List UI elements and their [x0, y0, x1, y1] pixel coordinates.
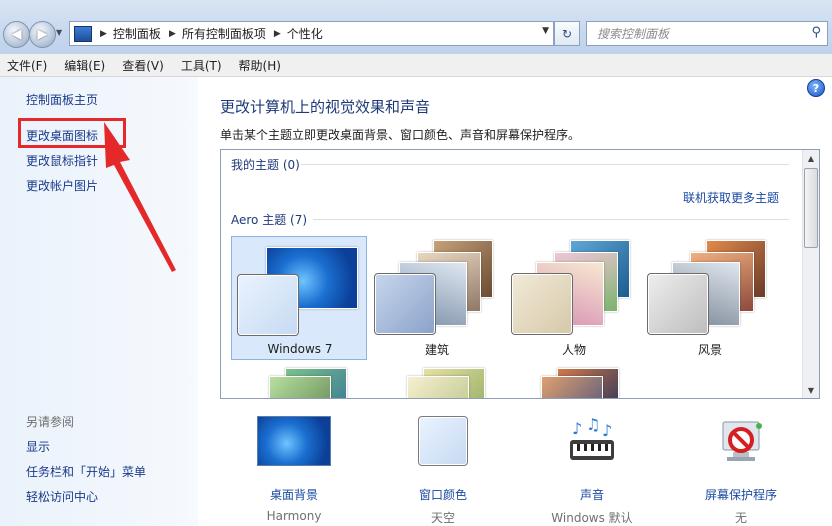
divider — [301, 164, 789, 165]
theme-wallpaper-image — [269, 376, 331, 398]
link-control-panel-home[interactable]: 控制面板主页 — [26, 91, 98, 108]
theme-row2-item[interactable] — [389, 364, 489, 398]
theme-name: 人物 — [561, 343, 586, 357]
back-button[interactable]: ◀ — [3, 21, 30, 48]
aero-themes-label: Aero 主题 (7) — [231, 213, 308, 227]
theme-wallpaper-image — [541, 376, 603, 398]
link-change-mouse-pointers[interactable]: 更改鼠标指针 — [26, 152, 98, 169]
theme-name: Windows 7 — [267, 342, 333, 356]
my-themes-label: 我的主题 (0) — [231, 158, 300, 172]
svg-text:♫: ♫ — [586, 416, 600, 434]
search-box[interactable]: ⚲ — [586, 21, 828, 46]
scroll-thumb[interactable] — [804, 168, 818, 248]
menu-view[interactable]: 查看(V) — [122, 57, 164, 74]
window-color-value: 天空 — [430, 511, 455, 525]
menu-edit[interactable]: 编辑(E) — [64, 57, 105, 74]
annotation-arrow — [104, 122, 176, 272]
page-description: 单击某个主题立即更改桌面背景、窗口颜色、声音和屏幕保护程序。 — [220, 128, 581, 142]
theme-list-scrollbar[interactable]: ▲ ▼ — [802, 150, 819, 398]
menu-tools[interactable]: 工具(T) — [181, 57, 222, 74]
breadcrumb-separator-icon: ▶ — [273, 28, 281, 39]
breadcrumb-personalization[interactable]: 个性化 — [287, 25, 323, 42]
screensaver-icon — [722, 421, 762, 461]
window-color-swatch — [374, 273, 436, 335]
desktop-background-value: Harmony — [266, 509, 322, 523]
get-more-themes-link[interactable]: 联机获取更多主题 — [683, 189, 779, 206]
control-panel-icon — [74, 25, 92, 42]
window-color-swatch — [511, 273, 573, 335]
scroll-up-icon[interactable]: ▲ — [803, 150, 819, 166]
breadcrumb-separator-icon: ▶ — [168, 28, 176, 39]
sound-button[interactable]: ♪ ♫ ♪ 声音 Windows 默认 — [532, 416, 652, 525]
theme-name: 风景 — [697, 343, 722, 357]
theme-wallpaper-image — [407, 376, 469, 398]
screensaver-label: 屏幕保护程序 — [704, 488, 777, 502]
menu-file[interactable]: 文件(F) — [7, 57, 47, 74]
window-color-button[interactable]: 窗口颜色 天空 — [383, 416, 503, 525]
screensaver-button[interactable]: 屏幕保护程序 无 — [681, 416, 801, 525]
theme-name: 建筑 — [424, 343, 449, 357]
link-change-account-picture[interactable]: 更改帐户图片 — [26, 177, 98, 194]
menu-help[interactable]: 帮助(H) — [239, 57, 281, 74]
settings-bar: 桌面背景 Harmony 窗口颜色 天空 ♪ ♫ ♪ 声音 Windows 默认… — [198, 400, 832, 526]
menu-bar: 文件(F) 编辑(E) 查看(V) 工具(T) 帮助(H) — [0, 54, 832, 77]
window-color-label: 窗口颜色 — [418, 488, 467, 502]
divider — [313, 219, 789, 220]
desktop-background-label: 桌面背景 — [269, 488, 318, 502]
sound-icon: ♪ ♫ ♪ — [570, 416, 614, 460]
theme-architecture[interactable]: 建筑 — [369, 236, 505, 360]
link-taskbar-start-menu[interactable]: 任务栏和「开始」菜单 — [26, 463, 146, 480]
forward-button[interactable]: ▶ — [29, 21, 56, 48]
search-input[interactable] — [595, 25, 799, 42]
desktop-background-button[interactable]: 桌面背景 Harmony — [234, 416, 354, 523]
theme-landscapes[interactable]: 风景 — [642, 236, 778, 360]
theme-windows-7[interactable]: Windows 7 — [231, 236, 367, 360]
link-ease-of-access[interactable]: 轻松访问中心 — [26, 488, 98, 505]
theme-list[interactable]: 我的主题 (0) 联机获取更多主题 Aero 主题 (7) Windows 7 … — [220, 149, 820, 399]
search-icon[interactable]: ⚲ — [811, 25, 821, 40]
sound-value: Windows 默认 — [551, 511, 633, 525]
scroll-down-icon[interactable]: ▼ — [803, 382, 819, 398]
svg-text:♪: ♪ — [602, 421, 612, 440]
breadcrumb-all-items[interactable]: 所有控制面板项 — [182, 25, 266, 42]
breadcrumb-separator-icon: ▶ — [100, 28, 107, 39]
svg-text:♪: ♪ — [572, 419, 582, 438]
page-title: 更改计算机上的视觉效果和声音 — [220, 98, 431, 116]
address-bar[interactable]: ▶ 控制面板 ▶ 所有控制面板项 ▶ 个性化 ▼ — [69, 21, 554, 46]
desktop-background-icon — [257, 416, 331, 466]
help-icon[interactable]: ? — [807, 79, 825, 97]
window-color-icon — [418, 416, 468, 466]
recent-pages-dropdown-icon[interactable]: ▼ — [56, 28, 66, 38]
window-color-swatch — [647, 273, 709, 335]
address-dropdown-icon[interactable]: ▼ — [542, 26, 549, 36]
see-also-title: 另请参阅 — [26, 415, 75, 429]
link-display[interactable]: 显示 — [26, 438, 50, 455]
theme-row2-item[interactable] — [251, 364, 351, 398]
window-color-swatch — [237, 274, 299, 336]
breadcrumb-control-panel[interactable]: 控制面板 — [113, 25, 161, 42]
sound-label: 声音 — [579, 488, 604, 502]
theme-row2-item[interactable] — [523, 364, 623, 398]
screensaver-value: 无 — [734, 511, 747, 525]
theme-characters[interactable]: 人物 — [506, 236, 642, 360]
refresh-button[interactable]: ↻ — [554, 21, 580, 46]
